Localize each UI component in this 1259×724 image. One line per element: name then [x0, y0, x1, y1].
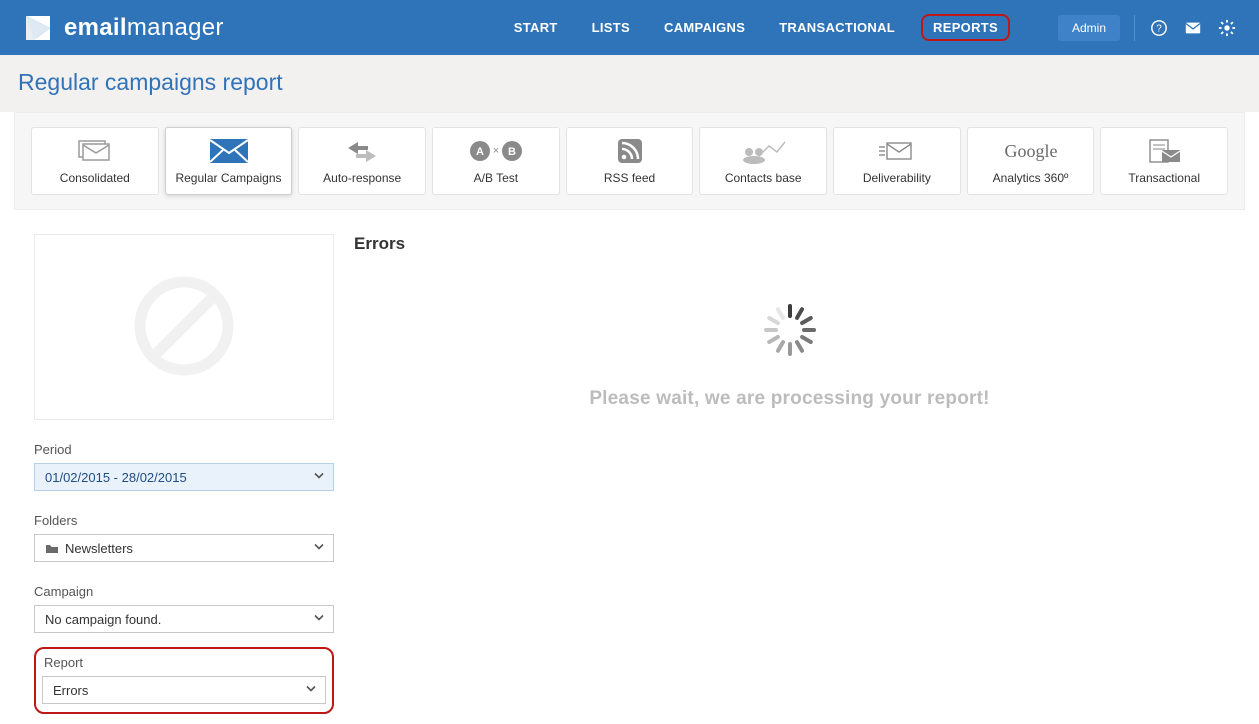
ab-circles-icon: A × B	[466, 137, 526, 165]
doc-envelope-icon	[1144, 137, 1184, 165]
tab-ab-test[interactable]: A × B A/B Test	[432, 127, 560, 195]
filter-sidebar: Period 01/02/2015 - 28/02/2015 Folders N…	[34, 234, 334, 714]
chevron-down-icon	[313, 612, 325, 627]
mail-icon[interactable]	[1183, 18, 1203, 38]
tab-consolidated[interactable]: Consolidated	[31, 127, 159, 195]
tab-label: Deliverability	[863, 171, 931, 185]
admin-button[interactable]: Admin	[1058, 15, 1120, 41]
tab-label: Auto-response	[323, 171, 401, 185]
spinner-icon	[764, 304, 816, 356]
svg-text:?: ?	[1156, 23, 1162, 34]
help-icon[interactable]: ?	[1149, 18, 1169, 38]
logo-icon	[22, 12, 54, 44]
nav-item-campaigns[interactable]: CAMPAIGNS	[656, 14, 753, 41]
arrows-lr-icon	[342, 137, 382, 165]
campaign-preview	[34, 234, 334, 420]
tab-rss-feed[interactable]: RSS feed	[566, 127, 694, 195]
logo-text: emailmanager	[64, 14, 224, 42]
tab-regular-campaigns[interactable]: Regular Campaigns	[165, 127, 293, 195]
tab-label: Consolidated	[60, 171, 130, 185]
campaign-select[interactable]: No campaign found.	[34, 605, 334, 633]
nav-item-start[interactable]: START	[506, 14, 566, 41]
tab-deliverability[interactable]: Deliverability	[833, 127, 961, 195]
campaign-field: Campaign No campaign found.	[34, 584, 334, 633]
tab-label: Contacts base	[725, 171, 802, 185]
folders-value: Newsletters	[65, 541, 133, 556]
tab-label: Transactional	[1128, 171, 1200, 185]
chevron-down-icon	[305, 683, 317, 698]
tab-label: Regular Campaigns	[175, 171, 281, 185]
page-title: Regular campaigns report	[18, 69, 1241, 96]
period-value: 01/02/2015 - 28/02/2015	[45, 470, 187, 485]
logo[interactable]: emailmanager	[22, 12, 224, 44]
nav-item-reports[interactable]: REPORTS	[921, 14, 1010, 41]
loading-state: Please wait, we are processing your repo…	[354, 304, 1225, 410]
top-nav: emailmanager START LISTS CAMPAIGNS TRANS…	[0, 0, 1259, 55]
period-field: Period 01/02/2015 - 28/02/2015	[34, 442, 334, 491]
people-line-icon	[739, 137, 787, 165]
envelope-send-icon	[879, 137, 915, 165]
content: Consolidated Regular Campaigns Auto-resp…	[14, 112, 1245, 724]
folders-select[interactable]: Newsletters	[34, 534, 334, 562]
report-label: Report	[44, 655, 326, 670]
folders-field: Folders Newsletters	[34, 513, 334, 562]
tab-label: RSS feed	[604, 171, 655, 185]
page-title-bar: Regular campaigns report	[0, 55, 1259, 112]
tab-auto-response[interactable]: Auto-response	[298, 127, 426, 195]
report-heading: Errors	[354, 234, 1225, 254]
loading-text: Please wait, we are processing your repo…	[589, 388, 989, 410]
svg-text:×: ×	[493, 145, 499, 157]
campaign-value: No campaign found.	[45, 612, 161, 627]
folders-label: Folders	[34, 513, 334, 528]
report-value: Errors	[53, 683, 88, 698]
nav-item-lists[interactable]: LISTS	[584, 14, 638, 41]
tab-label: Analytics 360º	[993, 171, 1069, 185]
period-select[interactable]: 01/02/2015 - 28/02/2015	[34, 463, 334, 491]
no-image-icon	[129, 271, 239, 384]
stack-envelope-icon	[75, 137, 115, 165]
report-tabs: Consolidated Regular Campaigns Auto-resp…	[14, 112, 1245, 210]
period-label: Period	[34, 442, 334, 457]
rss-icon	[616, 137, 644, 165]
report-select[interactable]: Errors	[42, 676, 326, 704]
gear-icon[interactable]	[1217, 18, 1237, 38]
nav-item-transactional[interactable]: TRANSACTIONAL	[771, 14, 903, 41]
report-field-highlight: Report Errors	[34, 647, 334, 714]
svg-text:A: A	[476, 146, 484, 158]
tab-label: A/B Test	[474, 171, 518, 185]
tab-transactional[interactable]: Transactional	[1100, 127, 1228, 195]
primary-nav: START LISTS CAMPAIGNS TRANSACTIONAL REPO…	[506, 14, 1237, 41]
svg-text:Google: Google	[1004, 141, 1057, 161]
report-main: Errors Please wait, we are processing yo…	[354, 234, 1225, 714]
tab-contacts-base[interactable]: Contacts base	[699, 127, 827, 195]
google-text-icon: Google	[996, 137, 1066, 165]
campaign-label: Campaign	[34, 584, 334, 599]
divider	[1134, 15, 1135, 41]
tab-analytics-360[interactable]: Google Analytics 360º	[967, 127, 1095, 195]
chevron-down-icon	[313, 470, 325, 485]
topbar-right: Admin ?	[1058, 15, 1237, 41]
svg-text:B: B	[508, 146, 516, 158]
chevron-down-icon	[313, 541, 325, 556]
folder-icon	[45, 542, 59, 554]
envelope-blue-icon	[208, 137, 250, 165]
